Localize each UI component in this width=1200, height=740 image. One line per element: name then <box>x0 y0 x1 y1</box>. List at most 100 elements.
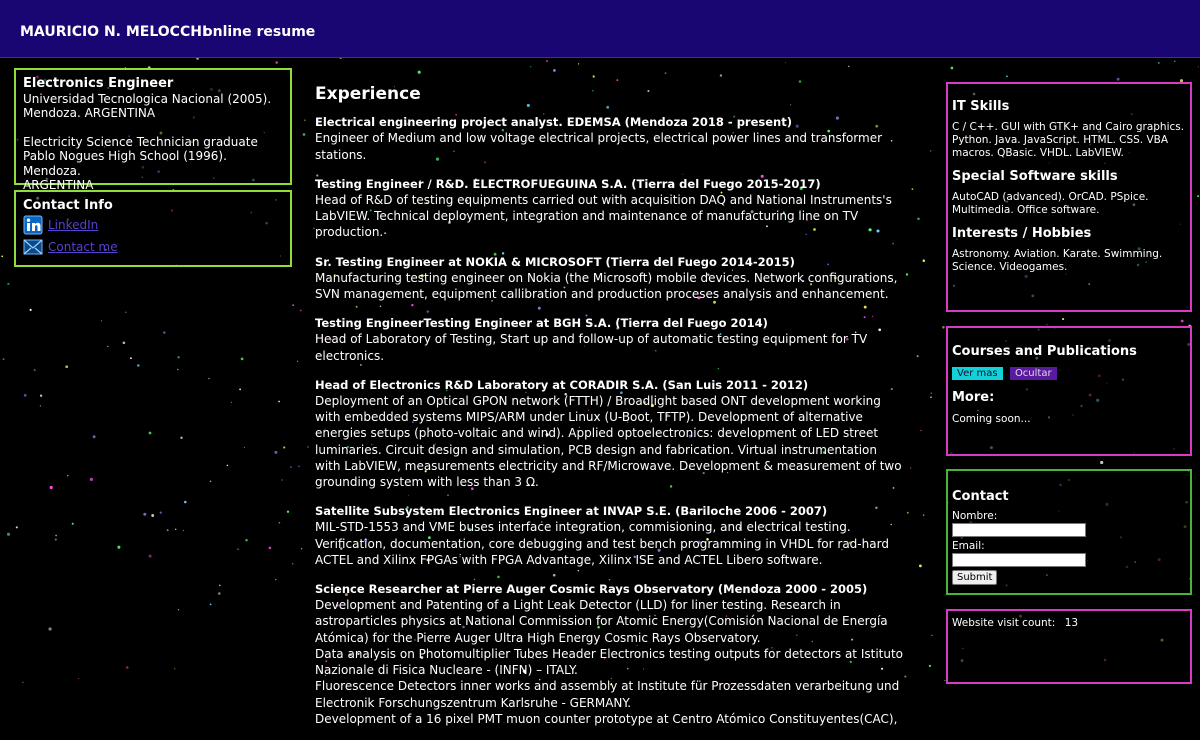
star <box>930 150 932 152</box>
star <box>226 464 229 467</box>
job-description: Data analysis on Photomultiplier Tubes H… <box>315 646 904 678</box>
star <box>125 311 127 314</box>
interests-text: Astronomy. Aviation. Karate. Swimming. S… <box>952 248 1163 273</box>
star <box>39 405 42 407</box>
star <box>55 534 57 537</box>
job-title: Satellite Subsystem Electronics Engineer… <box>315 504 828 519</box>
star <box>209 603 212 606</box>
hide-button[interactable]: Ocultar <box>1009 367 1057 380</box>
star <box>166 529 169 531</box>
star <box>577 63 580 65</box>
star <box>545 60 549 63</box>
star <box>289 466 292 468</box>
job-entry: Testing EngineerTesting Engineer at BGH … <box>315 315 905 364</box>
software-skills-text: AutoCAD (advanced). OrCAD. PSpice. Multi… <box>952 191 1149 216</box>
star <box>286 510 290 513</box>
job-description: Head of Laboratory of Testing, Start up … <box>315 332 868 363</box>
job-title: Testing Engineer / R&D. ELECTROFUEGUINA … <box>315 176 821 191</box>
star <box>552 68 556 72</box>
star <box>664 72 667 74</box>
job-entry: Electrical engineering project analyst. … <box>315 114 905 163</box>
star <box>922 514 925 516</box>
job-entry: Sr. Testing Engineer at NOKIA & MICROSOF… <box>315 254 905 303</box>
more-title: More: <box>952 390 995 405</box>
star <box>151 514 155 517</box>
site-subtitle: online resume <box>203 24 316 40</box>
job-title: Electrical engineering project analyst. … <box>315 115 792 130</box>
star <box>23 393 27 397</box>
star <box>92 435 96 439</box>
star <box>1157 61 1160 64</box>
education-line: Universidad Tecnologica Nacional (2005). <box>23 91 272 106</box>
star <box>243 446 246 449</box>
job-description: Deployment of an Optical GPON network (F… <box>315 394 902 490</box>
linkedin-row[interactable]: LinkedIn <box>23 215 283 235</box>
star <box>143 512 147 516</box>
star <box>910 467 912 469</box>
name-input[interactable] <box>952 523 1086 537</box>
star <box>6 532 11 536</box>
star <box>616 79 619 82</box>
star <box>2 358 5 361</box>
job-entry: Satellite Subsystem Electronics Engineer… <box>315 503 905 568</box>
star <box>163 331 166 334</box>
star <box>39 394 43 397</box>
star <box>304 119 306 121</box>
star <box>297 360 299 362</box>
linkedin-link[interactable]: LinkedIn <box>48 218 98 232</box>
star <box>1062 318 1065 321</box>
star <box>930 392 932 394</box>
star <box>275 578 277 581</box>
mail-icon[interactable] <box>23 237 43 257</box>
star <box>917 217 920 221</box>
star <box>184 500 187 504</box>
star <box>180 436 183 439</box>
star <box>918 564 922 568</box>
star <box>237 548 239 550</box>
submit-button[interactable]: Submit <box>952 570 998 585</box>
star <box>906 511 909 514</box>
courses-panel: Courses and Publications Ver mas Ocultar… <box>946 326 1192 456</box>
experience-section: Experience Electrical engineering projec… <box>315 85 905 740</box>
job-entry: Science Researcher at Pierre Auger Cosmi… <box>315 581 905 727</box>
contact-form-panel: Contact Nombre: Email: Submit <box>946 469 1192 595</box>
skills-panel: IT Skills C / C++. GUI with GTK+ and Cai… <box>946 82 1192 312</box>
star <box>1180 319 1184 323</box>
contact-me-link[interactable]: Contact me <box>48 240 118 254</box>
star <box>922 259 926 262</box>
contact-form-title: Contact <box>952 489 1009 504</box>
more-text: Coming soon... <box>952 413 1031 425</box>
star <box>240 357 244 361</box>
star <box>281 479 283 481</box>
job-entry: Testing Engineer / R&D. ELECTROFUEGUINA … <box>315 176 905 241</box>
education-line: Electricity Science Technician graduate <box>23 134 258 149</box>
star <box>100 320 102 322</box>
star <box>847 65 850 68</box>
star <box>1197 66 1199 68</box>
star <box>174 668 176 670</box>
star <box>177 609 180 611</box>
star <box>299 309 302 312</box>
show-more-button[interactable]: Ver mas <box>952 367 1003 380</box>
star <box>1174 60 1176 62</box>
star <box>209 480 212 483</box>
star <box>7 282 10 286</box>
star <box>218 592 221 595</box>
star <box>208 377 210 380</box>
star <box>911 188 914 190</box>
mail-row[interactable]: Contact me <box>23 237 283 257</box>
star <box>182 529 185 532</box>
linkedin-icon[interactable] <box>23 215 43 235</box>
star <box>283 446 286 449</box>
name-label: Nombre: <box>952 510 998 522</box>
star <box>1100 460 1104 465</box>
email-input[interactable] <box>952 553 1086 567</box>
it-skills-text: C / C++. GUI with GTK+ and Cairo graphic… <box>952 121 1185 159</box>
job-entry: Head of Electronics R&D Laboratory at CO… <box>315 377 905 490</box>
star <box>67 475 69 477</box>
star <box>48 627 52 631</box>
visit-count-label: Website visit count: <box>952 617 1056 629</box>
job-description: Head of R&D of testing equipments carrie… <box>315 193 892 240</box>
star <box>218 584 221 587</box>
star <box>928 664 932 668</box>
